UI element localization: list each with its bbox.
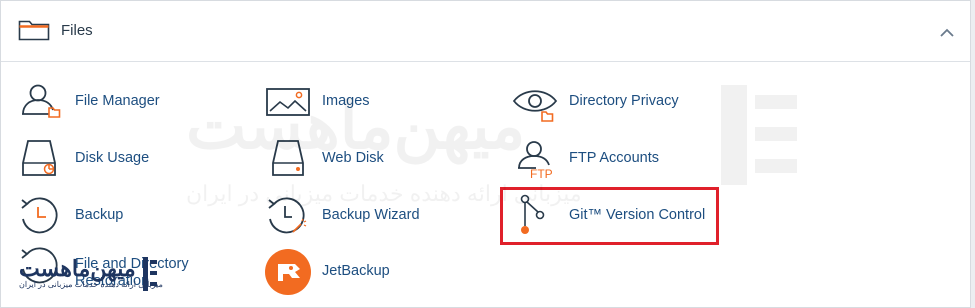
directory-privacy-link[interactable]: Directory Privacy xyxy=(512,80,742,124)
backup-wizard-label: Backup Wizard xyxy=(322,207,420,223)
files-panel: Files File Manager Images Directory Priv… xyxy=(0,0,971,308)
folder-icon xyxy=(18,18,50,47)
jetbackup-link[interactable]: JetBackup xyxy=(265,249,495,295)
disk-usage-label: Disk Usage xyxy=(75,150,150,166)
file-manager-icon xyxy=(18,80,66,124)
chevron-up-icon[interactable] xyxy=(939,26,955,44)
ftp-badge: FTP xyxy=(530,167,553,181)
ftp-accounts-label: FTP Accounts xyxy=(569,150,659,166)
jetbackup-label: JetBackup xyxy=(322,263,390,279)
brand-logo-subtitle: میزبانی ارائه دهنده خدمات میزبانی در ایر… xyxy=(19,280,163,289)
file-manager-label: File Manager xyxy=(75,93,160,109)
directory-privacy-label: Directory Privacy xyxy=(569,93,679,109)
backup-icon xyxy=(18,194,66,238)
disk-usage-icon xyxy=(18,137,66,181)
watermark-text: میهن‌ماهست xyxy=(186,90,526,162)
brand-logo: میهن‌ماهست میزبانی ارائه دهنده خدمات میز… xyxy=(19,254,163,294)
backup-label: Backup xyxy=(75,207,124,223)
jetbackup-icon xyxy=(265,249,313,295)
ftp-accounts-link[interactable]: FTP FTP Accounts xyxy=(512,137,742,181)
section-header[interactable]: Files xyxy=(1,1,970,62)
watermark-subtitle: میزبانی ارائه دهنده خدمات میزبانی در ایر… xyxy=(186,181,582,206)
section-title: Files xyxy=(61,22,93,39)
brand-logo-text: میهن‌ماهست xyxy=(19,256,136,281)
